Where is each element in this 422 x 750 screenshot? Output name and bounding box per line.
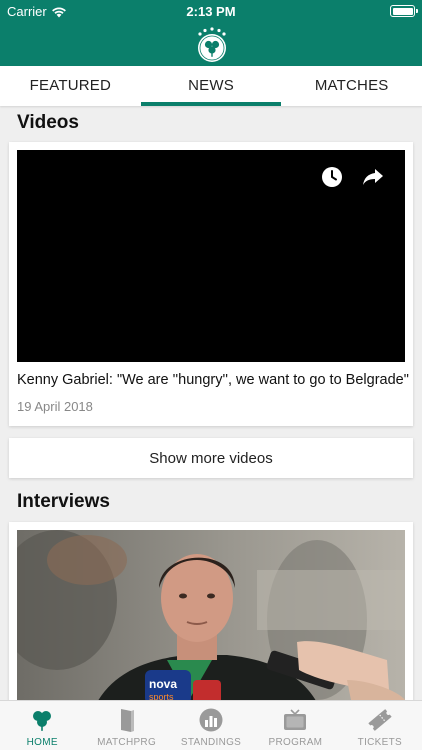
clock: 2:13 PM xyxy=(186,4,236,19)
news-content[interactable]: Videos Kenny Gabriel: "We are ''hungry''… xyxy=(0,106,422,700)
video-date: 19 April 2018 xyxy=(17,399,93,414)
video-title[interactable]: Kenny Gabriel: "We are ''hungry'', we wa… xyxy=(17,372,409,388)
tab-news[interactable]: NEWS xyxy=(140,66,282,106)
ticket-icon xyxy=(368,709,392,731)
tab-matches[interactable]: MATCHES xyxy=(281,66,422,106)
tabbar-label-matchprg: MATCHPRG xyxy=(97,737,157,748)
show-more-videos-button[interactable]: Show more videos xyxy=(9,438,413,478)
status-bar: Carrier 2:13 PM xyxy=(0,0,422,22)
share-icon[interactable] xyxy=(361,166,385,188)
tv-icon xyxy=(284,709,307,730)
interview-photo[interactable]: nova sports xyxy=(17,530,405,700)
video-card[interactable]: Kenny Gabriel: "We are ''hungry'', we wa… xyxy=(9,142,413,426)
video-player[interactable] xyxy=(17,150,405,362)
tabbar-label-home: HOME xyxy=(26,737,58,748)
mic-brand-text: nova xyxy=(149,677,177,691)
tabbar-label-tickets: TICKETS xyxy=(357,737,402,748)
tabbar-item-home[interactable]: HOME xyxy=(0,701,84,750)
club-logo xyxy=(198,27,226,62)
tabbar-label-standings: STANDINGS xyxy=(180,737,242,748)
tabbar-label-program: PROGRAM xyxy=(268,737,323,748)
tabbar-item-program[interactable]: PROGRAM xyxy=(253,701,337,750)
tabbar-item-matchprg[interactable]: MATCHPRG xyxy=(84,701,168,750)
interview-card[interactable]: nova sports xyxy=(9,522,413,700)
battery-icon xyxy=(390,5,418,17)
program-book-icon xyxy=(120,709,134,732)
tab-featured[interactable]: FEATURED xyxy=(0,66,141,106)
mic-sub-text: sports xyxy=(149,692,174,700)
tabbar-item-tickets[interactable]: TICKETS xyxy=(338,701,422,750)
shamrock-icon xyxy=(33,711,52,731)
bottom-tab-bar: HOME MATCHPRG STANDINGS PROGRAM TICKETS xyxy=(0,700,422,750)
interviews-section-title: Interviews xyxy=(17,491,110,512)
app-header xyxy=(0,22,422,66)
videos-section-title: Videos xyxy=(17,112,79,133)
top-tabs: FEATURED NEWS MATCHES xyxy=(0,66,422,106)
clock-icon[interactable] xyxy=(321,166,343,188)
tabbar-item-standings[interactable]: STANDINGS xyxy=(169,701,253,750)
standings-icon xyxy=(199,708,223,732)
